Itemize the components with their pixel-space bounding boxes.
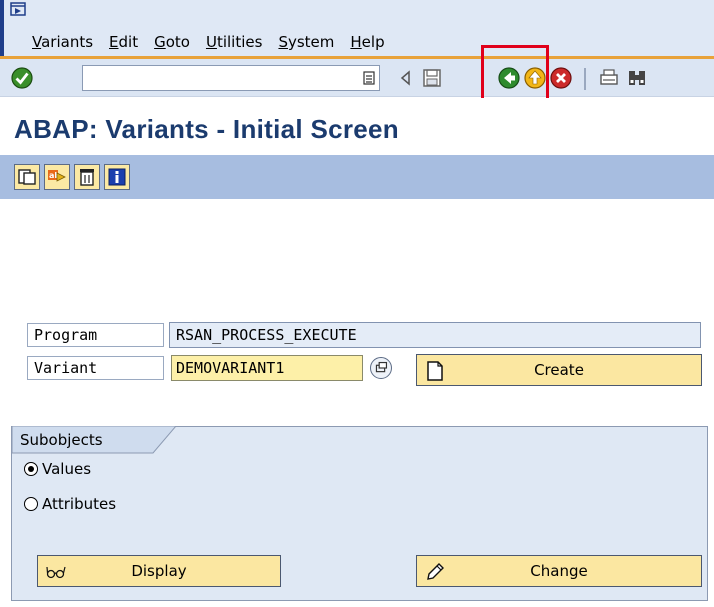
menu-edit[interactable]: Edit [109, 33, 138, 51]
copy-button[interactable] [14, 164, 40, 190]
title-area: ABAP: Variants - Initial Screen [0, 98, 714, 154]
command-dropdown-icon[interactable] [363, 71, 375, 85]
info-icon [108, 168, 126, 186]
subobjects-tab-label: Subobjects [20, 431, 103, 449]
menu-help[interactable]: Help [350, 33, 384, 51]
back-icon[interactable] [497, 66, 521, 90]
copy-icon [18, 169, 36, 185]
search-help-icon[interactable] [370, 357, 392, 379]
command-input[interactable] [83, 66, 353, 90]
create-button[interactable]: Create [416, 354, 702, 386]
toolbar-separator [481, 68, 483, 90]
radio-attributes-label: Attributes [42, 495, 117, 513]
save-icon[interactable] [420, 66, 444, 90]
cancel-icon[interactable] [549, 66, 573, 90]
change-label: Change [530, 562, 588, 580]
find-icon[interactable] [625, 66, 649, 90]
create-label: Create [534, 361, 584, 379]
program-value: RSAN_PROCESS_EXECUTE [169, 322, 701, 348]
variant-label: Variant [34, 359, 98, 377]
menu-variants[interactable]: Variants [32, 33, 93, 51]
pencil-icon [427, 563, 444, 580]
rename-button[interactable]: ab [44, 164, 70, 190]
print-icon[interactable] [597, 66, 621, 90]
radio-attributes[interactable]: Attributes [24, 495, 116, 513]
menu-bar: Variants Edit Goto Utilities System Help [0, 0, 714, 58]
delete-button[interactable] [74, 164, 100, 190]
trash-icon [80, 169, 94, 186]
radio-attributes-button[interactable] [24, 497, 38, 511]
radio-values-button[interactable] [24, 462, 38, 476]
change-button[interactable]: Change [416, 555, 702, 587]
menu-utilities[interactable]: Utilities [206, 33, 262, 51]
rename-icon: ab [48, 170, 66, 182]
variant-input[interactable]: DEMOVARIANT1 [171, 355, 363, 381]
menu-system[interactable]: System [278, 33, 334, 51]
display-label: Display [131, 562, 187, 580]
radio-values-label: Values [42, 460, 92, 478]
application-toolbar: ab [0, 155, 714, 199]
display-button[interactable]: Display [37, 555, 281, 587]
glasses-icon [46, 566, 66, 579]
toolbar-separator [584, 68, 586, 90]
radio-values[interactable]: Values [24, 460, 91, 478]
program-label: Program [34, 326, 98, 344]
info-button[interactable] [104, 164, 130, 190]
enter-icon[interactable] [10, 66, 34, 90]
new-document-icon [427, 361, 443, 381]
back-arrow-small-icon[interactable] [394, 66, 418, 90]
page-title: ABAP: Variants - Initial Screen [14, 114, 399, 144]
menu-goto[interactable]: Goto [154, 33, 190, 51]
exit-icon[interactable] [523, 66, 547, 90]
command-field[interactable] [82, 65, 380, 91]
system-menu-icon[interactable] [10, 2, 26, 16]
standard-toolbar [0, 59, 714, 97]
